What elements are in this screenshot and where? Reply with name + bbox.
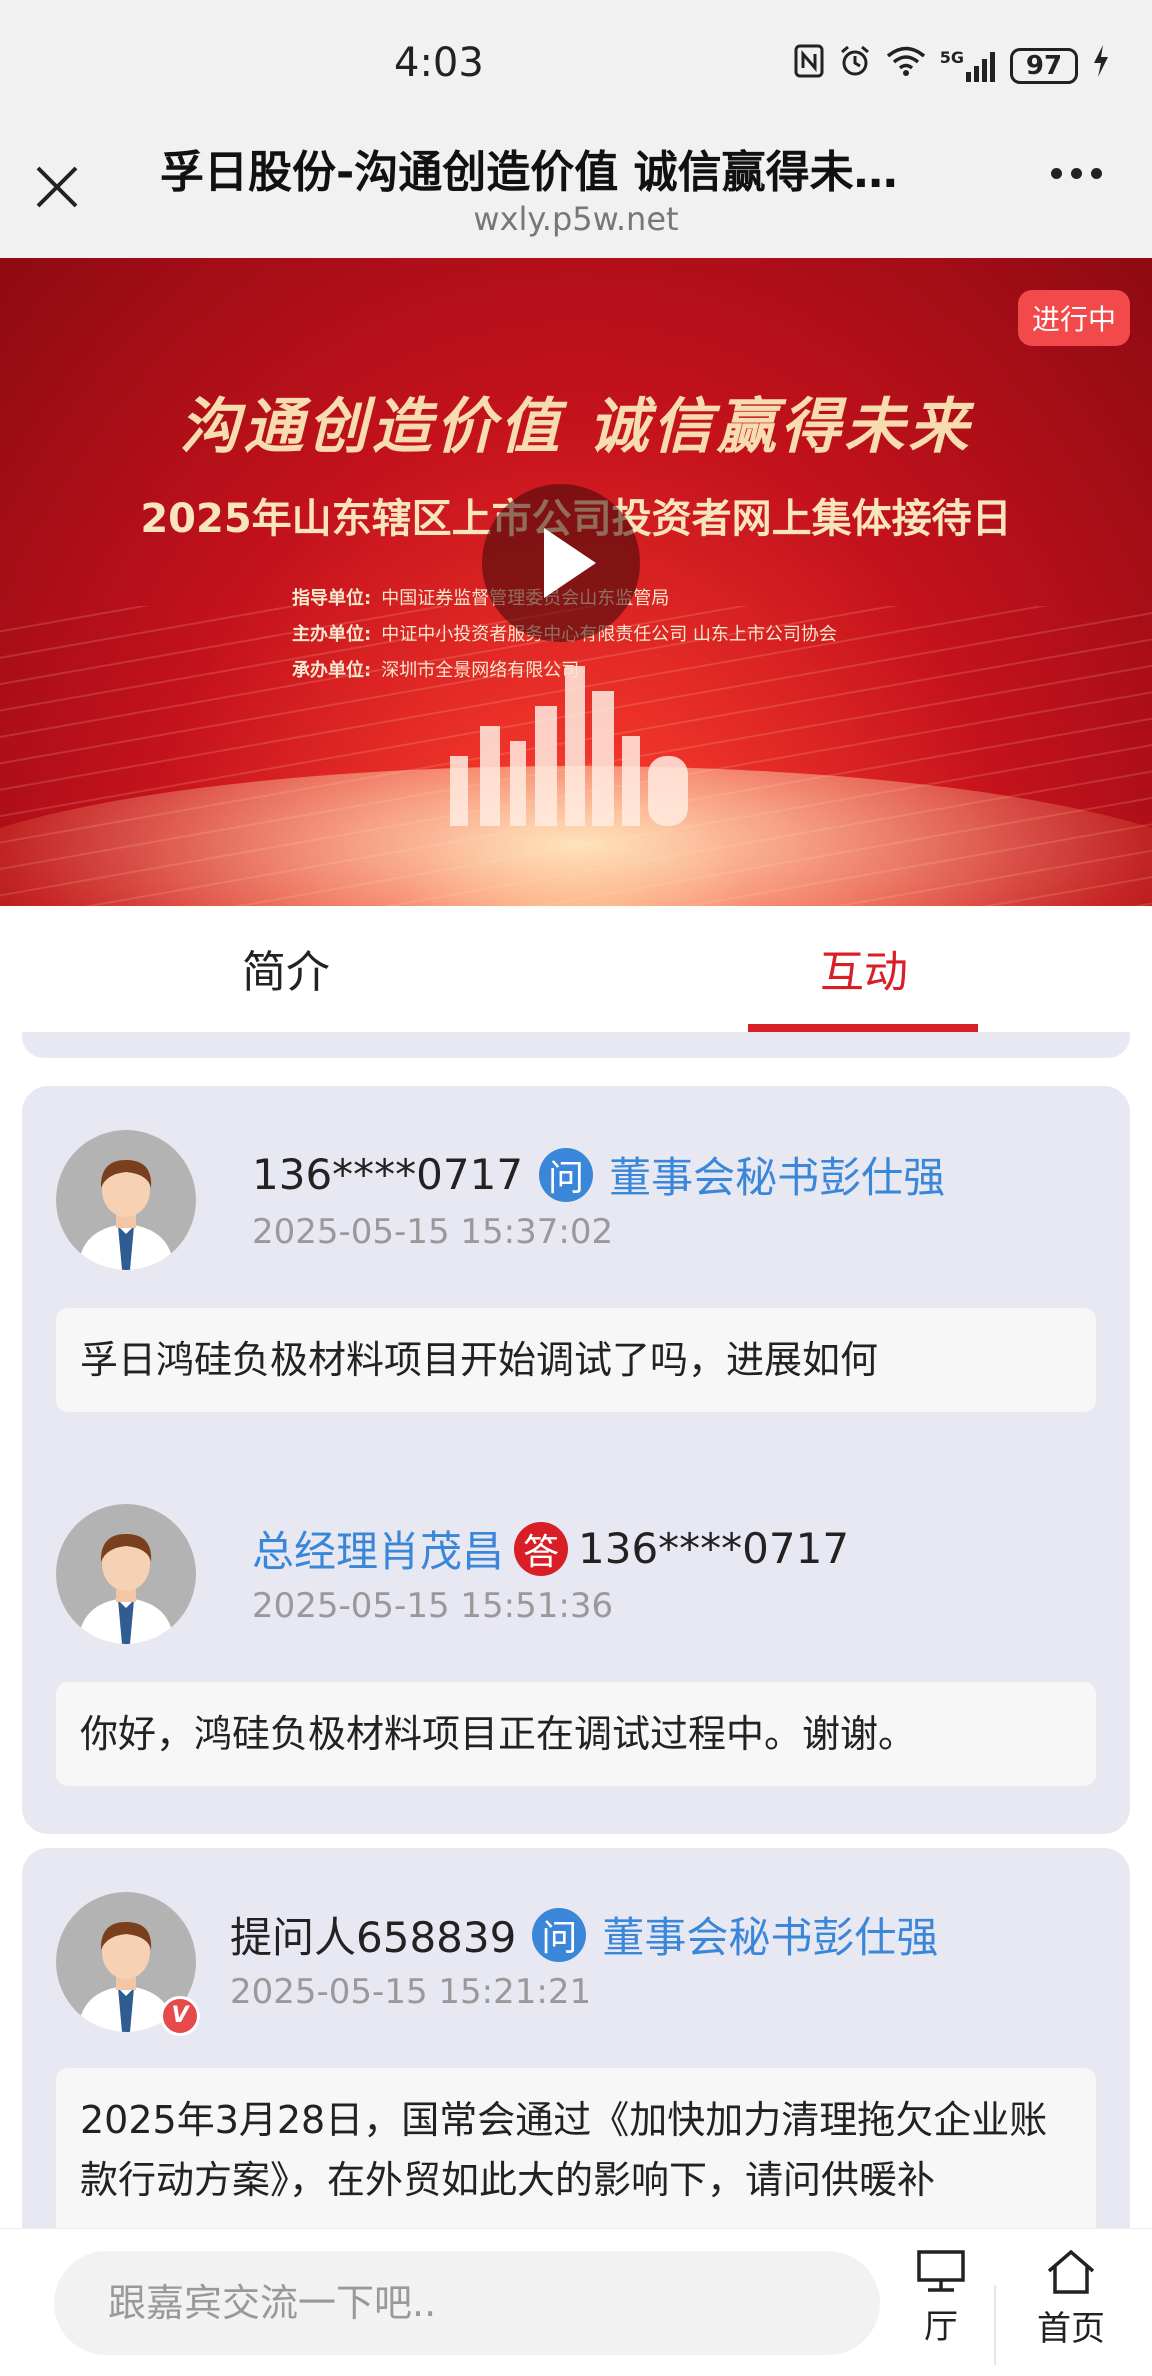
more-dot-icon — [1091, 168, 1102, 179]
ask-icon: 问 — [539, 1147, 594, 1202]
play-button[interactable] — [482, 484, 640, 642]
bottom-bar: 厅 首页 — [0, 2228, 1152, 2376]
alarm-icon — [838, 44, 872, 87]
banner-org-line: 承办单位: 深圳市全景网络有限公司 — [292, 656, 579, 682]
org-label: 承办单位: — [292, 660, 372, 681]
avatar — [56, 1504, 196, 1644]
asker-name: 提问人658839 — [230, 1913, 517, 1962]
home-icon — [1047, 2249, 1095, 2294]
hall-button[interactable]: 厅 — [896, 2249, 986, 2359]
org-value: 深圳市全景网络有限公司 — [381, 660, 580, 681]
live-status-badge: 进行中 — [1017, 290, 1130, 346]
more-options-button[interactable] — [1051, 168, 1102, 179]
org-label: 主办单位: — [292, 624, 372, 645]
question-header: 136****0717 问 董事会秘书彭仕强 — [252, 1144, 945, 1205]
nav-divider — [994, 2285, 996, 2365]
monitor-icon — [917, 2250, 965, 2292]
user-avatar-icon — [78, 1534, 174, 1644]
tab-intro[interactable]: 简介 — [242, 936, 330, 1000]
question-text: 2025年3月28日，国常会通过《加快加力清理拖欠企业账款行动方案》，在外贸如此… — [56, 2068, 1096, 2228]
status-icons: 5G 97 — [794, 44, 1110, 87]
chat-input[interactable] — [54, 2251, 880, 2355]
banner-slogan: 沟通创造价值 诚信赢得未来 — [179, 392, 973, 462]
ask-icon: 问 — [532, 1907, 587, 1962]
qa-card: 136****0717 问 董事会秘书彭仕强 2025-05-15 15:37:… — [22, 1086, 1130, 1834]
more-dot-icon — [1051, 168, 1062, 179]
verified-badge: V — [160, 1996, 200, 2036]
answer-header: 总经理肖茂昌 答 136****0717 — [252, 1518, 849, 1579]
more-dot-icon — [1071, 168, 1082, 179]
user-avatar-icon — [78, 1160, 174, 1270]
reply-to-user: 136****0717 — [578, 1524, 850, 1573]
responder-name[interactable]: 总经理肖茂昌 — [252, 1518, 504, 1579]
signal-icon: 5G — [939, 47, 996, 82]
home-button[interactable]: 首页 — [1016, 2249, 1126, 2359]
answer-icon: 答 — [514, 1521, 569, 1576]
tab-interact[interactable]: 互动 — [820, 936, 908, 1000]
page-url: wxly.p5w.net — [473, 200, 679, 238]
network-type: 5G — [939, 47, 964, 67]
top-bar: 4:03 5G 97 孚日股份-沟通创造价值 诚信赢得未… wxly.p5w.n… — [0, 0, 1152, 258]
battery-indicator: 97 — [1010, 47, 1078, 84]
hall-label: 厅 — [924, 2307, 958, 2347]
asker-name: 136****0717 — [252, 1150, 524, 1199]
page-title: 孚日股份-沟通创造价值 诚信赢得未… — [160, 147, 898, 198]
wifi-icon — [886, 45, 926, 86]
avatar — [56, 1130, 196, 1270]
question-text: 孚日鸿硅负极材料项目开始调试了吗，进展如何 — [56, 1308, 1096, 1412]
question-header: 提问人658839 问 董事会秘书彭仕强 — [230, 1904, 938, 1965]
active-tab-indicator — [748, 1024, 978, 1032]
answer-text: 你好，鸿硅负极材料项目正在调试过程中。谢谢。 — [56, 1682, 1096, 1786]
tab-bar: 简介 互动 — [0, 906, 1152, 1032]
status-time: 4:03 — [394, 40, 484, 86]
charging-icon — [1092, 44, 1110, 87]
nfc-icon — [794, 44, 824, 87]
org-value: 中证中小投资者服务中心有限责任公司 山东上市公司协会 — [381, 624, 837, 645]
question-time: 2025-05-15 15:21:21 — [230, 1972, 592, 2012]
qa-card: V 提问人658839 问 董事会秘书彭仕强 2025-05-15 15:21:… — [22, 1848, 1130, 2228]
home-label: 首页 — [1037, 2309, 1105, 2349]
interaction-feed[interactable]: 136****0717 问 董事会秘书彭仕强 2025-05-15 15:37:… — [0, 1032, 1152, 2228]
previous-card — [22, 1032, 1130, 1058]
question-target[interactable]: 董事会秘书彭仕强 — [609, 1144, 945, 1205]
org-label: 指导单位: — [292, 588, 372, 609]
question-time: 2025-05-15 15:37:02 — [252, 1212, 614, 1252]
answer-time: 2025-05-15 15:51:36 — [252, 1586, 614, 1626]
question-target[interactable]: 董事会秘书彭仕强 — [602, 1904, 938, 1965]
